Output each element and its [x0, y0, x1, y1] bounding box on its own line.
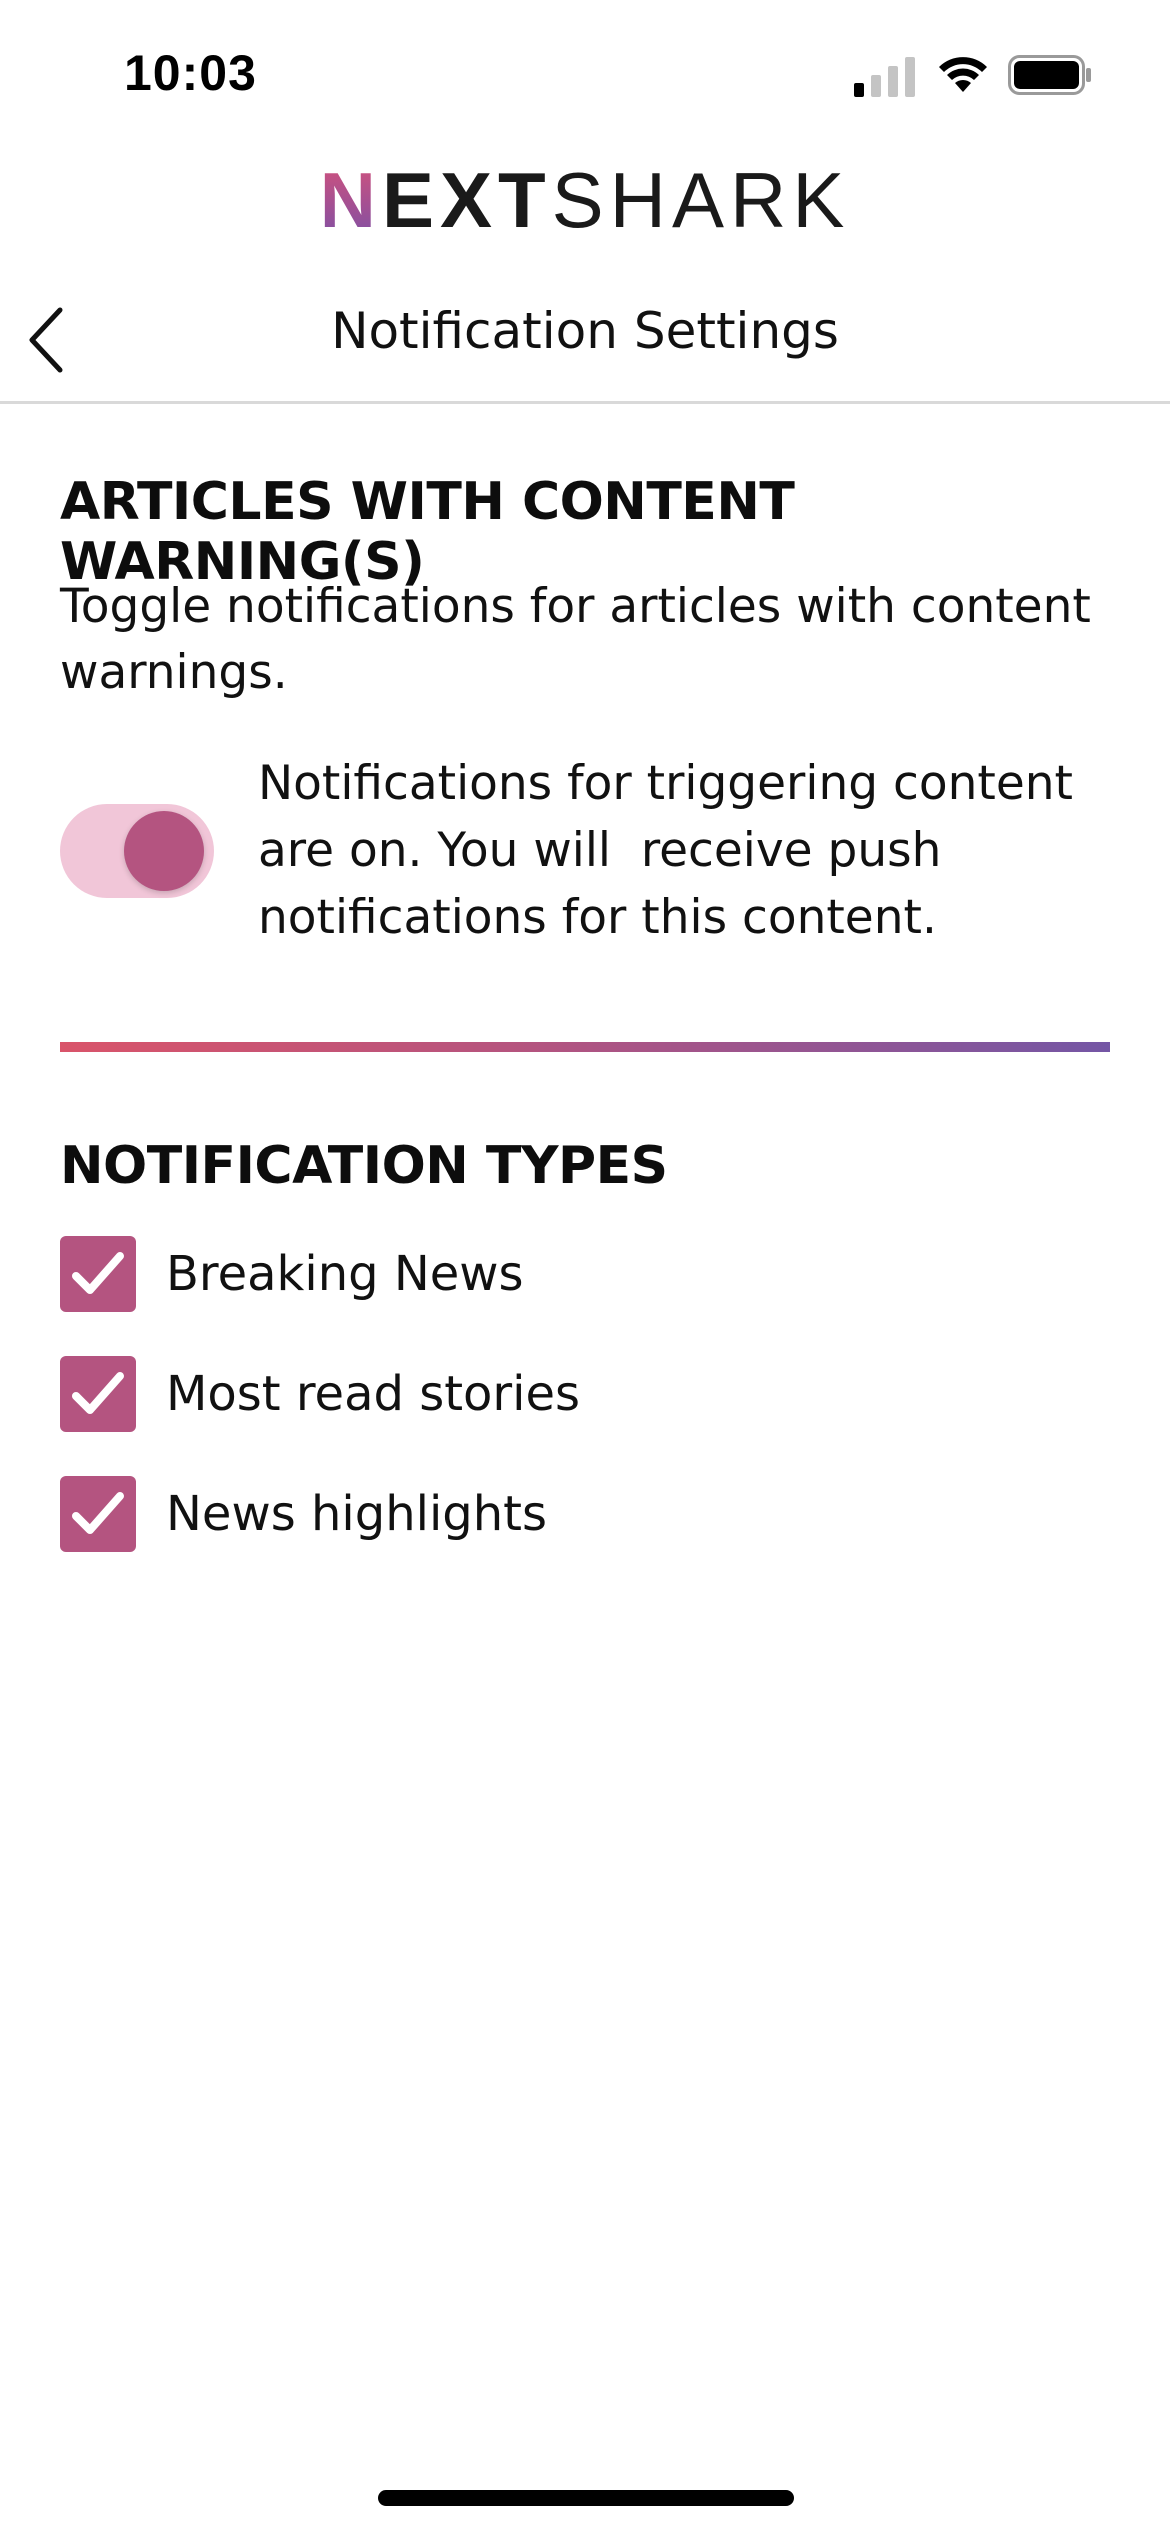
cellular-signal-icon: [854, 57, 915, 97]
notification-types-heading: NOTIFICATION TYPES: [60, 1136, 668, 1196]
content-warning-description: Toggle notifications for articles with c…: [60, 579, 1091, 700]
toggle-knob: [124, 811, 204, 891]
notification-settings-screen: 10:03 NEXTSHARK Notification Settings AR…: [0, 0, 1170, 2532]
nextshark-logo: NEXTSHARK: [0, 160, 1170, 240]
nav-bar: Notification Settings: [0, 270, 1170, 404]
status-bar: 10:03: [0, 0, 1170, 150]
checkmark-icon: [72, 1492, 124, 1534]
checkbox-label: Breaking News: [166, 1246, 524, 1302]
home-indicator[interactable]: [378, 2490, 794, 2506]
content-warning-toggle[interactable]: [60, 804, 214, 898]
wifi-icon: [939, 57, 987, 92]
checkbox-breaking-news[interactable]: [60, 1236, 136, 1312]
notification-type-most-read[interactable]: Most read stories: [60, 1356, 760, 1432]
notification-type-news-highlights[interactable]: News highlights: [60, 1476, 760, 1552]
logo-shark: SHARK: [551, 156, 851, 244]
checkbox-label: Most read stories: [166, 1366, 581, 1422]
checkmark-icon: [72, 1372, 124, 1414]
checkbox-most-read[interactable]: [60, 1356, 136, 1432]
checkmark-icon: [72, 1252, 124, 1294]
logo-n: N: [319, 156, 382, 244]
status-time: 10:03: [124, 45, 257, 101]
checkbox-news-highlights[interactable]: [60, 1476, 136, 1552]
page-title: Notification Settings: [331, 302, 839, 360]
notification-type-breaking-news[interactable]: Breaking News: [60, 1236, 760, 1312]
toggle-status-text: Notifications for triggering content are…: [258, 756, 1088, 945]
logo-ext: EXT: [381, 156, 552, 244]
battery-icon: [1008, 55, 1091, 95]
checkbox-label: News highlights: [166, 1486, 547, 1542]
gradient-divider: [60, 1042, 1110, 1052]
